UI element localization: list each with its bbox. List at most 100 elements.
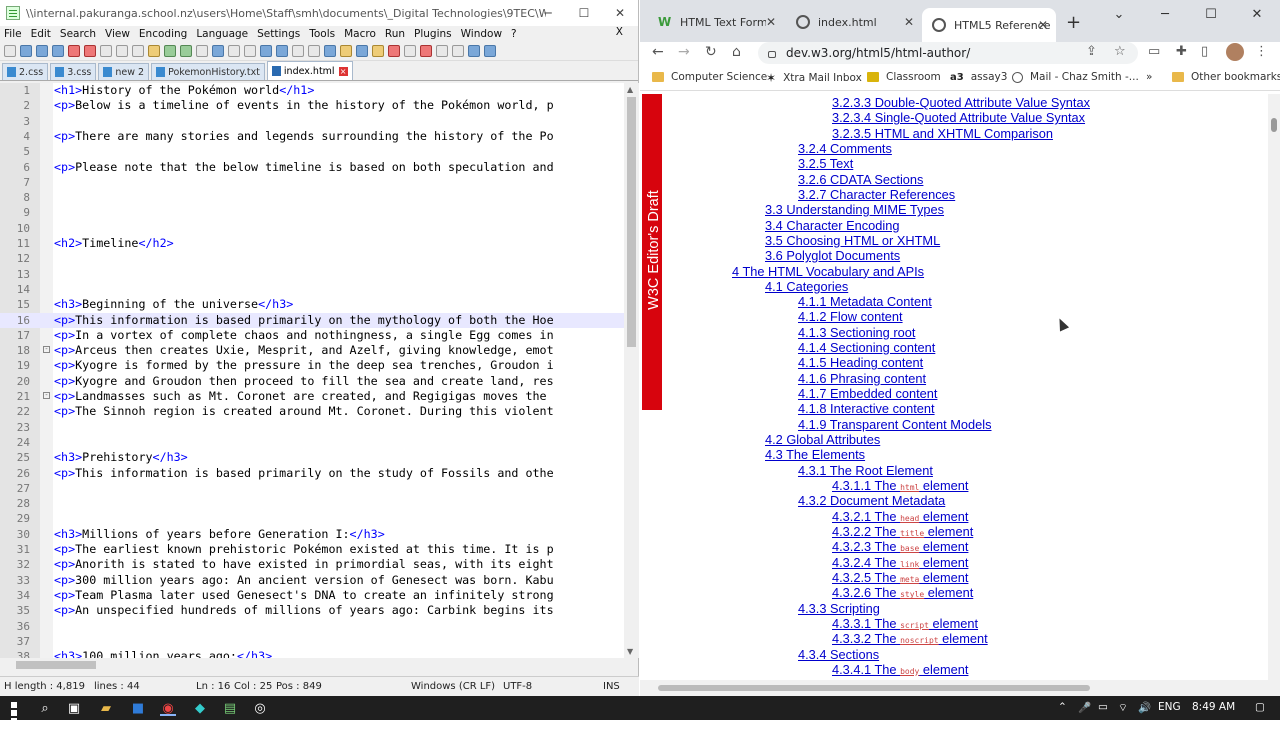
code-line[interactable]: 7 <box>0 175 624 190</box>
code-line[interactable]: 4 <p>There are many stories and legends s… <box>0 129 624 144</box>
toc-link[interactable]: 3.2.3.5 HTML and XHTML Comparison <box>832 126 1053 141</box>
scrollbar-thumb[interactable] <box>658 685 1090 691</box>
toc-link[interactable]: 4.1.8 Interactive content <box>798 401 935 416</box>
scroll-down-icon[interactable]: ▼ <box>627 647 633 656</box>
toc-link[interactable]: 4 The HTML Vocabulary and APIs <box>732 264 924 279</box>
toc-link[interactable]: 4.3.2 Document Metadata <box>798 493 945 508</box>
volume-icon[interactable]: 🔊 <box>1138 701 1151 714</box>
run-macro-multiple-icon[interactable] <box>468 44 480 57</box>
code-line[interactable]: 31 <p>The earliest known prehistoric Poké… <box>0 542 624 557</box>
close-file-icon[interactable] <box>68 44 80 57</box>
close-icon[interactable]: ✕ <box>602 0 638 26</box>
replace-icon[interactable] <box>212 44 224 57</box>
code-line[interactable]: 13 <box>0 267 624 282</box>
toc-link[interactable]: 4.3.3.1 The script element <box>832 616 978 631</box>
sync-v-icon[interactable] <box>260 44 272 57</box>
find-icon[interactable] <box>196 44 208 57</box>
fold-toggle-icon[interactable]: - <box>43 346 50 354</box>
notification-icon[interactable]: ▢ <box>1255 701 1265 713</box>
toc-link[interactable]: 4.3.1.1 The html element <box>832 478 968 493</box>
print-icon[interactable] <box>100 44 112 57</box>
avatar[interactable] <box>1226 43 1244 61</box>
bookmark-computer-science[interactable]: Computer Science <box>652 71 767 83</box>
toc-link[interactable]: 4.1 Categories <box>765 279 848 294</box>
tab-close-icon[interactable]: ✕ <box>904 15 914 29</box>
language-indicator[interactable]: ENG <box>1158 701 1181 713</box>
tab-html5-reference[interactable]: HTML5 Reference ✕ <box>922 8 1056 42</box>
task-view-icon[interactable]: ▣ <box>66 700 82 716</box>
menu-edit[interactable]: Edit <box>31 28 51 40</box>
toc-link[interactable]: 4.1.7 Embedded content <box>798 386 937 401</box>
tab-index-html[interactable]: index.html ✕ <box>786 8 922 36</box>
scrollbar-thumb[interactable] <box>1271 118 1277 132</box>
toc-link[interactable]: 3.2.4 Comments <box>798 141 892 156</box>
side-panel-icon[interactable]: ▯ <box>1201 44 1208 59</box>
maximize-icon[interactable]: ☐ <box>1188 0 1234 28</box>
menu-settings[interactable]: Settings <box>257 28 300 40</box>
page-vertical-scrollbar[interactable] <box>1268 94 1280 680</box>
play-macro-icon[interactable] <box>452 44 464 57</box>
toc-link[interactable]: 4.3.4 Sections <box>798 647 879 662</box>
toc-link[interactable]: 4.3.3 Scripting <box>798 601 880 616</box>
file-tab[interactable]: new 2 <box>98 63 150 80</box>
code-line[interactable]: 26 <p>This information is based primarily… <box>0 466 624 481</box>
toc-link[interactable]: 4.1.3 Sectioning root <box>798 325 915 340</box>
code-line[interactable]: 23 <box>0 420 624 435</box>
menu-encoding[interactable]: Encoding <box>139 28 187 40</box>
code-line[interactable]: 34 <p>Team Plasma later used Genesect's D… <box>0 588 624 603</box>
code-line[interactable]: 8 <box>0 190 624 205</box>
address-bar[interactable]: dev.w3.org/html5/html-author/ <box>758 42 1138 64</box>
undo-icon[interactable] <box>164 44 176 57</box>
code-line[interactable]: 5 <box>0 144 624 159</box>
new-tab-button[interactable]: + <box>1066 12 1081 33</box>
code-line[interactable]: 11 <h2>Timeline</h2> <box>0 236 624 251</box>
toc-link[interactable]: 3.2.3.3 Double-Quoted Attribute Value Sy… <box>832 95 1090 110</box>
paste-icon[interactable] <box>148 44 160 57</box>
zoom-in-icon[interactable] <box>228 44 240 57</box>
forward-icon[interactable]: → <box>678 44 690 60</box>
file-tab[interactable]: PokemonHistory.txt <box>151 63 265 80</box>
toc-link[interactable]: 4.3.2.2 The title element <box>832 524 973 539</box>
menu-help[interactable]: ? <box>511 28 517 40</box>
open-file-icon[interactable] <box>20 44 32 57</box>
toc-link[interactable]: 3.2.3.4 Single-Quoted Attribute Value Sy… <box>832 110 1085 125</box>
code-editor[interactable]: 1 <h1>History of the Pokémon world</h1> 2 <… <box>0 83 639 658</box>
bookmarks-overflow-button[interactable]: » <box>1146 71 1152 83</box>
close-icon[interactable]: ✕ <box>1234 0 1280 28</box>
code-line[interactable]: 21 - <p>Landmasses such as Mt. Coronet are… <box>0 389 624 404</box>
tab-search-icon[interactable]: ⌄ <box>1096 0 1142 28</box>
code-line[interactable]: 38 <h3>100 million years ago:</h3> <box>0 649 624 658</box>
toc-link[interactable]: 4.3 The Elements <box>765 447 865 462</box>
start-button[interactable] <box>7 701 21 732</box>
code-line[interactable]: 29 <box>0 511 624 526</box>
menu-kebab-icon[interactable]: ⋮ <box>1255 44 1268 59</box>
code-line[interactable]: 22 <p>The Sinnoh region is created around… <box>0 404 624 419</box>
code-line[interactable]: 28 <box>0 496 624 511</box>
toc-link[interactable]: 4.1.6 Phrasing content <box>798 371 926 386</box>
code-line[interactable]: 3 <box>0 114 624 129</box>
minimize-icon[interactable]: ─ <box>1142 0 1188 28</box>
battery-icon[interactable]: ▭ <box>1098 701 1108 713</box>
scroll-up-icon[interactable]: ▲ <box>627 85 633 94</box>
reload-icon[interactable]: ↻ <box>705 44 717 60</box>
stop-macro-icon[interactable] <box>436 44 448 57</box>
chrome-icon[interactable]: ◉ <box>160 700 176 716</box>
code-line[interactable]: 32 <p>Anorith is stated to have existed i… <box>0 557 624 572</box>
toc-link[interactable]: 3.2.6 CDATA Sections <box>798 172 923 187</box>
bookmark-star-icon[interactable]: ☆ <box>1114 44 1126 59</box>
sync-h-icon[interactable] <box>276 44 288 57</box>
maximize-icon[interactable]: ☐ <box>566 0 602 26</box>
scrollbar-thumb[interactable] <box>16 661 96 669</box>
toc-link[interactable]: 4.3.2.5 The meta element <box>832 570 968 585</box>
toc-link[interactable]: 4.1.2 Flow content <box>798 309 903 324</box>
code-line[interactable]: 15 <h3>Beginning of the universe</h3> <box>0 297 624 312</box>
show-all-icon[interactable] <box>308 44 320 57</box>
code-line[interactable]: 36 <box>0 619 624 634</box>
monitor-icon[interactable] <box>404 44 416 57</box>
code-line[interactable]: 10 <box>0 221 624 236</box>
toc-link[interactable]: 4.1.5 Heading content <box>798 355 923 370</box>
menu-tools[interactable]: Tools <box>309 28 335 40</box>
toc-link[interactable]: 4.1.9 Transparent Content Models <box>798 417 992 432</box>
code-line[interactable]: 9 <box>0 205 624 220</box>
file-explorer-icon[interactable]: ▰ <box>98 700 114 716</box>
